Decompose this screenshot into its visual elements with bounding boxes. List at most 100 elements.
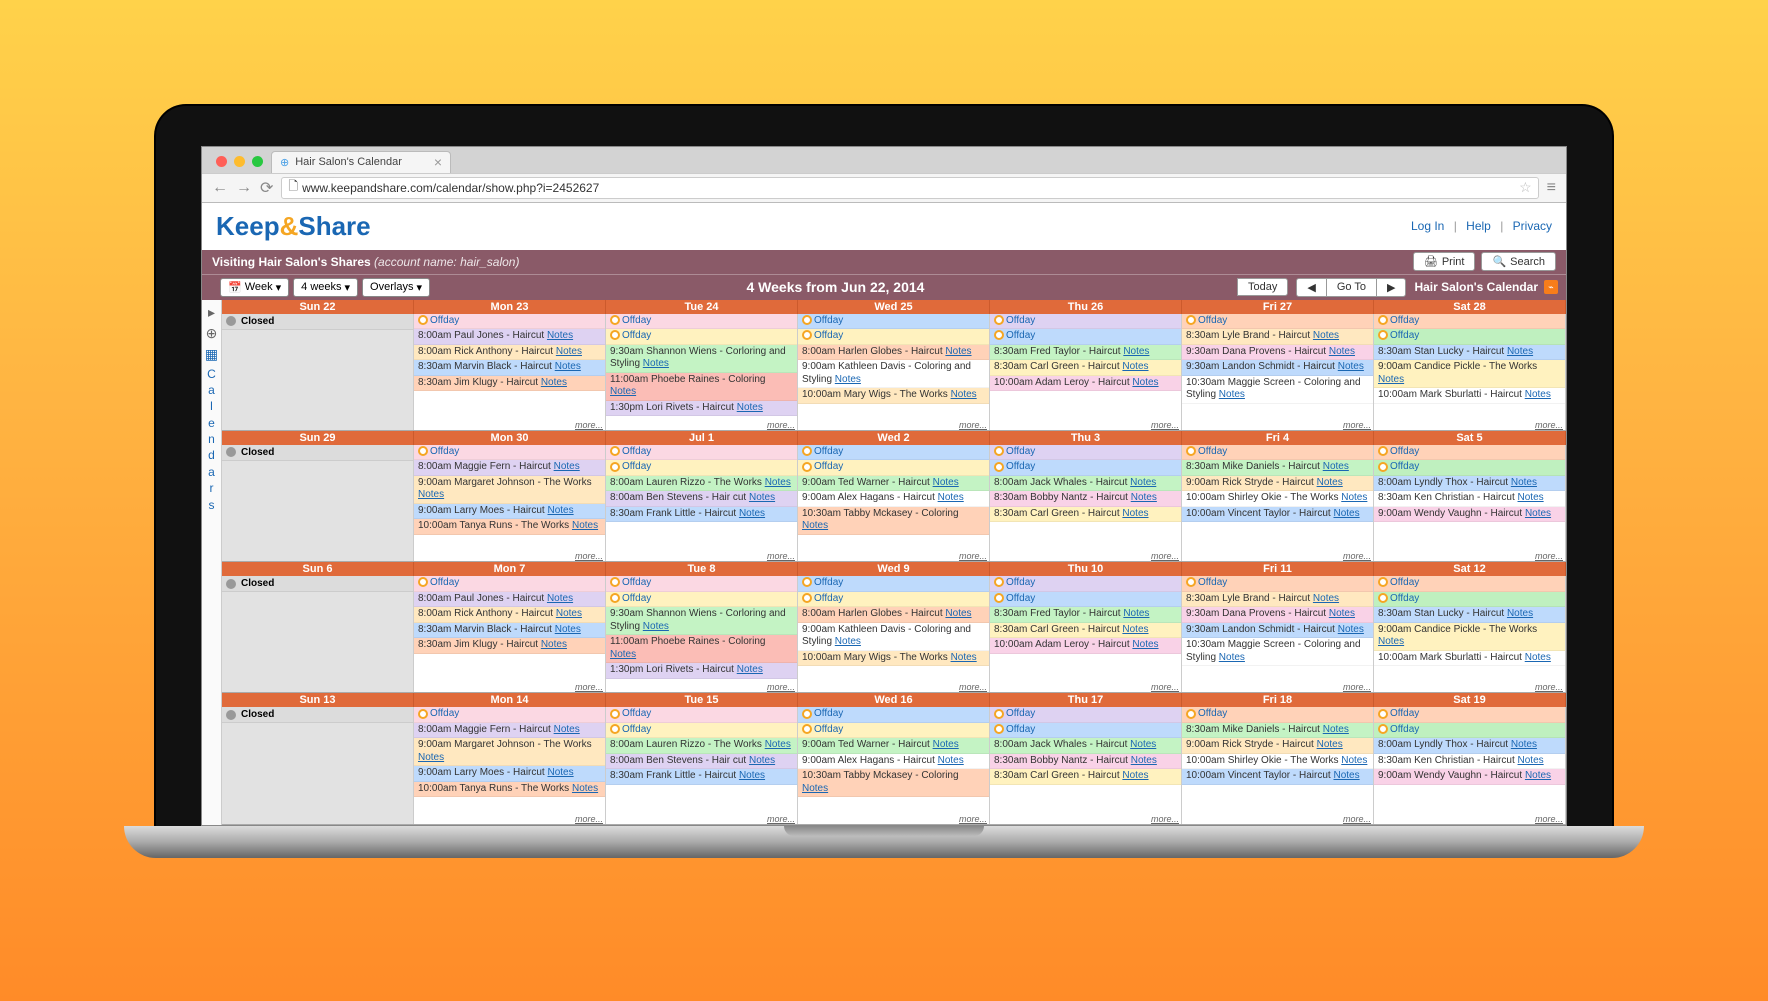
offday-event[interactable]: Offday: [414, 576, 605, 592]
calendar-event[interactable]: 9:00am Candice Pickle - The Works Notes: [1374, 623, 1565, 651]
day-cell[interactable]: OffdayOffday8:30am Stan Lucky - Haircut …: [1374, 576, 1566, 692]
day-cell[interactable]: Offday8:30am Mike Daniels - Haircut Note…: [1182, 707, 1374, 823]
notes-link[interactable]: Notes: [749, 492, 775, 503]
more-link[interactable]: more...: [1343, 551, 1371, 561]
day-cell[interactable]: OffdayOffday8:00am Lauren Rizzo - The Wo…: [606, 707, 798, 823]
browser-tab[interactable]: ⊕ Hair Salon's Calendar ×: [271, 151, 451, 173]
day-cell[interactable]: OffdayOffday9:00am Ted Warner - Haircut …: [798, 707, 990, 823]
calendar-event[interactable]: 8:30am Bobby Nantz - Haircut Notes: [990, 754, 1181, 770]
day-header[interactable]: Mon 7: [414, 562, 606, 576]
offday-event[interactable]: Offday: [606, 723, 797, 739]
close-tab-icon[interactable]: ×: [434, 155, 442, 169]
calendar-event[interactable]: 8:30am Carl Green - Haircut Notes: [990, 360, 1181, 376]
search-button[interactable]: 🔍 Search: [1481, 252, 1556, 271]
more-link[interactable]: more...: [959, 551, 987, 561]
more-link[interactable]: more...: [1151, 551, 1179, 561]
calendar-event[interactable]: 8:30am Carl Green - Haircut Notes: [990, 769, 1181, 785]
more-link[interactable]: more...: [959, 682, 987, 692]
more-link[interactable]: more...: [767, 682, 795, 692]
today-button[interactable]: Today: [1237, 278, 1288, 296]
calendar-event[interactable]: 8:00am Harlen Globes - Haircut Notes: [798, 607, 989, 623]
day-header[interactable]: Fri 27: [1182, 300, 1374, 314]
calendar-event[interactable]: 8:00am Maggie Fern - Haircut Notes: [414, 723, 605, 739]
day-cell[interactable]: Closed: [222, 707, 414, 823]
offday-event[interactable]: Offday: [606, 460, 797, 476]
day-cell[interactable]: Closed: [222, 576, 414, 692]
help-link[interactable]: Help: [1466, 219, 1491, 233]
more-link[interactable]: more...: [1343, 814, 1371, 824]
offday-event[interactable]: Offday: [990, 460, 1181, 476]
notes-link[interactable]: Notes: [938, 755, 964, 766]
notes-link[interactable]: Notes: [1317, 477, 1343, 488]
day-header[interactable]: Thu 26: [990, 300, 1182, 314]
calendar-event[interactable]: 9:00am Alex Hagans - Haircut Notes: [798, 754, 989, 770]
calendar-event[interactable]: 8:30am Ken Christian - Haircut Notes: [1374, 754, 1565, 770]
offday-event[interactable]: Offday: [990, 576, 1181, 592]
day-cell[interactable]: OffdayOffday8:30am Fred Taylor - Haircut…: [990, 314, 1182, 430]
day-header[interactable]: Fri 18: [1182, 693, 1374, 707]
day-cell[interactable]: Offday8:00am Paul Jones - Haircut Notes8…: [414, 576, 606, 692]
day-header[interactable]: Thu 17: [990, 693, 1182, 707]
notes-link[interactable]: Notes: [1219, 652, 1245, 663]
more-link[interactable]: more...: [1535, 551, 1563, 561]
notes-link[interactable]: Notes: [1317, 739, 1343, 750]
calendar-event[interactable]: 8:30am Marvin Black - Haircut Notes: [414, 623, 605, 639]
notes-link[interactable]: Notes: [1130, 477, 1156, 488]
day-header[interactable]: Sun 22: [222, 300, 414, 314]
next-button[interactable]: ▶: [1376, 278, 1406, 297]
notes-link[interactable]: Notes: [1132, 639, 1158, 650]
notes-link[interactable]: Notes: [547, 330, 573, 341]
calendar-event[interactable]: 8:30am Bobby Nantz - Haircut Notes: [990, 491, 1181, 507]
notes-link[interactable]: Notes: [1378, 374, 1404, 385]
offday-event[interactable]: Offday: [990, 445, 1181, 461]
day-cell[interactable]: OffdayOffday8:00am Jack Whales - Haircut…: [990, 445, 1182, 561]
day-header[interactable]: Thu 3: [990, 431, 1182, 445]
calendar-event[interactable]: 10:30am Maggie Screen - Coloring and Sty…: [1182, 638, 1373, 666]
notes-link[interactable]: Notes: [418, 489, 444, 500]
day-cell[interactable]: Offday8:00am Maggie Fern - Haircut Notes…: [414, 707, 606, 823]
offday-event[interactable]: Offday: [606, 592, 797, 608]
calendar-event[interactable]: 9:00am Kathleen Davis - Coloring and Sty…: [798, 623, 989, 651]
day-cell[interactable]: OffdayOffday8:30am Stan Lucky - Haircut …: [1374, 314, 1566, 430]
day-header[interactable]: Thu 10: [990, 562, 1182, 576]
day-header[interactable]: Tue 8: [606, 562, 798, 576]
notes-link[interactable]: Notes: [1323, 461, 1349, 472]
calendar-event[interactable]: 9:00am Larry Moes - Haircut Notes: [414, 766, 605, 782]
offday-event[interactable]: Offday: [1374, 460, 1565, 476]
offday-event[interactable]: Offday: [798, 707, 989, 723]
offday-event[interactable]: Offday: [414, 314, 605, 330]
offday-event[interactable]: Offday: [1374, 592, 1565, 608]
notes-link[interactable]: Notes: [1333, 770, 1359, 781]
offday-event[interactable]: Offday: [798, 460, 989, 476]
day-cell[interactable]: OffdayOffday8:00am Harlen Globes - Hairc…: [798, 576, 990, 692]
calendar-event[interactable]: 8:30am Lyle Brand - Haircut Notes: [1182, 592, 1373, 608]
offday-event[interactable]: Offday: [606, 576, 797, 592]
offday-event[interactable]: Offday: [414, 707, 605, 723]
more-link[interactable]: more...: [1151, 682, 1179, 692]
calendar-event[interactable]: 8:30am Fred Taylor - Haircut Notes: [990, 607, 1181, 623]
day-header[interactable]: Mon 30: [414, 431, 606, 445]
notes-link[interactable]: Notes: [1518, 755, 1544, 766]
notes-link[interactable]: Notes: [1313, 330, 1339, 341]
notes-link[interactable]: Notes: [643, 621, 669, 632]
notes-link[interactable]: Notes: [1507, 346, 1533, 357]
more-link[interactable]: more...: [575, 420, 603, 430]
notes-link[interactable]: Notes: [572, 783, 598, 794]
notes-link[interactable]: Notes: [1341, 755, 1367, 766]
notes-link[interactable]: Notes: [1525, 652, 1551, 663]
calendar-event[interactable]: 9:00am Ted Warner - Haircut Notes: [798, 738, 989, 754]
notes-link[interactable]: Notes: [1122, 770, 1148, 781]
more-link[interactable]: more...: [1343, 420, 1371, 430]
day-header[interactable]: Sun 13: [222, 693, 414, 707]
more-link[interactable]: more...: [1343, 682, 1371, 692]
privacy-link[interactable]: Privacy: [1513, 219, 1552, 233]
notes-link[interactable]: Notes: [1511, 739, 1537, 750]
day-cell[interactable]: Offday8:30am Mike Daniels - Haircut Note…: [1182, 445, 1374, 561]
calendar-event[interactable]: 11:00am Phoebe Raines - Coloring Notes: [606, 635, 797, 663]
url-field[interactable]: 🗋 www.keepandshare.com/calendar/show.php…: [281, 177, 1538, 199]
calendar-event[interactable]: 10:00am Vincent Taylor - Haircut Notes: [1182, 507, 1373, 523]
day-header[interactable]: Fri 4: [1182, 431, 1374, 445]
offday-event[interactable]: Offday: [798, 592, 989, 608]
day-header[interactable]: Wed 25: [798, 300, 990, 314]
notes-link[interactable]: Notes: [933, 477, 959, 488]
